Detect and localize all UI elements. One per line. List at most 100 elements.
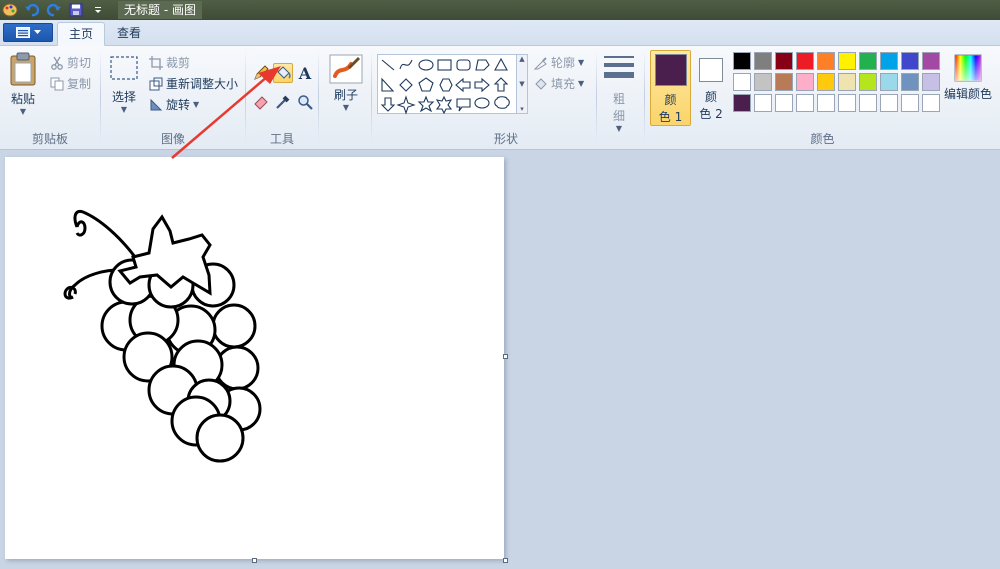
palette-swatch[interactable] [817, 52, 835, 70]
text-tool[interactable]: A [295, 63, 315, 83]
select-button[interactable]: 选择 ▼ [109, 55, 139, 114]
paste-label: 粘贴 [10, 92, 35, 106]
copy-button[interactable]: 复制 [50, 75, 91, 92]
palette-swatch[interactable] [880, 94, 898, 112]
brushes-dropdown-icon: ▼ [342, 103, 350, 112]
outline-icon [534, 56, 547, 69]
rotate-dropdown-icon: ▼ [193, 100, 200, 109]
palette-swatch[interactable] [922, 73, 940, 91]
resize-button[interactable]: 重新调整大小 [149, 75, 238, 92]
cut-label: 剪切 [67, 56, 92, 70]
palette-swatch[interactable] [901, 94, 919, 112]
palette-swatch[interactable] [838, 73, 856, 91]
palette-swatch[interactable] [838, 94, 856, 112]
text-icon: A [298, 63, 312, 83]
palette-swatch[interactable] [922, 94, 940, 112]
palette-swatch[interactable] [796, 94, 814, 112]
drawing-canvas[interactable] [5, 157, 504, 559]
eraser-icon [254, 96, 268, 110]
color-picker-tool[interactable] [273, 92, 293, 112]
canvas-resize-handle-right[interactable] [503, 354, 508, 359]
color-picker-icon [276, 95, 290, 109]
palette-swatch[interactable] [754, 52, 772, 70]
pencil-icon [254, 65, 269, 80]
rotate-icon [150, 98, 163, 110]
tab-home[interactable]: 主页 [57, 22, 106, 46]
size-button[interactable]: 粗 细 ▼ [603, 54, 635, 133]
eraser-tool[interactable] [251, 92, 271, 112]
palette-swatch[interactable] [775, 73, 793, 91]
palette-swatch[interactable] [733, 73, 751, 91]
palette-swatch[interactable] [754, 73, 772, 91]
rotate-label: 旋转 [166, 98, 191, 112]
palette-swatch[interactable] [796, 52, 814, 70]
palette-swatch[interactable] [733, 94, 751, 112]
palette-swatch[interactable] [733, 52, 751, 70]
scissors-icon [51, 56, 63, 70]
color2-label-line2: 色 2 [699, 107, 723, 121]
group-divider [596, 50, 597, 144]
paste-button[interactable]: 粘贴 ▼ [8, 52, 38, 116]
customize-qat-icon[interactable] [88, 1, 108, 19]
pencil-tool[interactable] [251, 63, 271, 83]
palette-swatch[interactable] [880, 73, 898, 91]
image-group-label: 图像 [160, 132, 185, 146]
magnifier-tool[interactable] [295, 92, 315, 112]
palette-swatch[interactable] [817, 73, 835, 91]
scroll-down-icon[interactable]: ▼ [519, 80, 524, 88]
crop-button[interactable]: 裁剪 [149, 54, 190, 71]
outline-button[interactable]: 轮廓 ▼ [534, 54, 584, 71]
palette-swatch[interactable] [775, 94, 793, 112]
undo-icon[interactable] [22, 1, 42, 19]
palette-swatch[interactable] [838, 52, 856, 70]
clipboard-group-label: 剪贴板 [31, 132, 68, 146]
color1-button[interactable]: 颜 色 1 [650, 50, 691, 126]
redo-icon[interactable] [44, 1, 64, 19]
canvas-resize-handle-corner[interactable] [503, 558, 508, 563]
palette-swatch[interactable] [859, 73, 877, 91]
edit-colors-button[interactable]: 编辑颜色 [944, 54, 992, 102]
outline-label: 轮廓 [551, 56, 576, 70]
rotate-button[interactable]: 旋转 ▼ [149, 96, 199, 113]
tools-group: A 工具 [246, 46, 318, 150]
brushes-button[interactable]: 刷子 ▼ [329, 54, 363, 112]
select-label: 选择 [111, 90, 136, 104]
tab-view[interactable]: 查看 [106, 22, 152, 46]
palette-swatch[interactable] [754, 94, 772, 112]
palette-swatch[interactable] [922, 52, 940, 70]
cut-button[interactable]: 剪切 [50, 54, 91, 71]
paint-app-icon[interactable] [0, 1, 20, 19]
color2-button[interactable]: 颜 色 2 [695, 50, 727, 126]
shapes-gallery-scroll[interactable]: ▲ ▼ ▾ [517, 54, 528, 114]
size-label-thin: 细 [612, 109, 625, 123]
fill-button[interactable]: 填充 ▼ [534, 75, 584, 92]
window-title: 无标题 - 画图 [118, 1, 202, 19]
paste-dropdown-icon: ▼ [19, 107, 27, 116]
ribbon: 粘贴 ▼ 剪切 复制 剪贴板 选择 ▼ 裁剪 重新调整大小 旋转 ▼ 图像 A … [0, 46, 1000, 150]
palette-swatch[interactable] [859, 94, 877, 112]
line-size-icon [604, 56, 634, 78]
resize-label: 重新调整大小 [166, 77, 239, 91]
palette-swatch[interactable] [859, 52, 877, 70]
palette-swatch[interactable] [775, 52, 793, 70]
save-icon[interactable] [66, 1, 86, 19]
gallery-expand-icon[interactable]: ▾ [520, 105, 524, 113]
palette-swatch[interactable] [901, 52, 919, 70]
palette-swatch[interactable] [796, 73, 814, 91]
brushes-label: 刷子 [333, 88, 358, 102]
palette-swatch[interactable] [880, 52, 898, 70]
canvas-resize-handle-bottom[interactable] [252, 558, 257, 563]
palette-swatch[interactable] [817, 94, 835, 112]
size-label-thick: 粗 [612, 92, 625, 106]
fill-tool[interactable] [273, 63, 293, 83]
color2-swatch [699, 58, 723, 82]
crop-icon [149, 55, 163, 70]
scroll-up-icon[interactable]: ▲ [519, 55, 524, 63]
menu-icon [15, 27, 30, 38]
shapes-gallery[interactable] [377, 54, 517, 115]
paint-menu-button[interactable] [3, 23, 53, 42]
image-group: 选择 ▼ 裁剪 重新调整大小 旋转 ▼ 图像 [101, 46, 245, 150]
palette-swatch[interactable] [901, 73, 919, 91]
color1-label-line1: 颜 [664, 93, 677, 107]
size-dropdown-icon: ▼ [615, 124, 623, 133]
